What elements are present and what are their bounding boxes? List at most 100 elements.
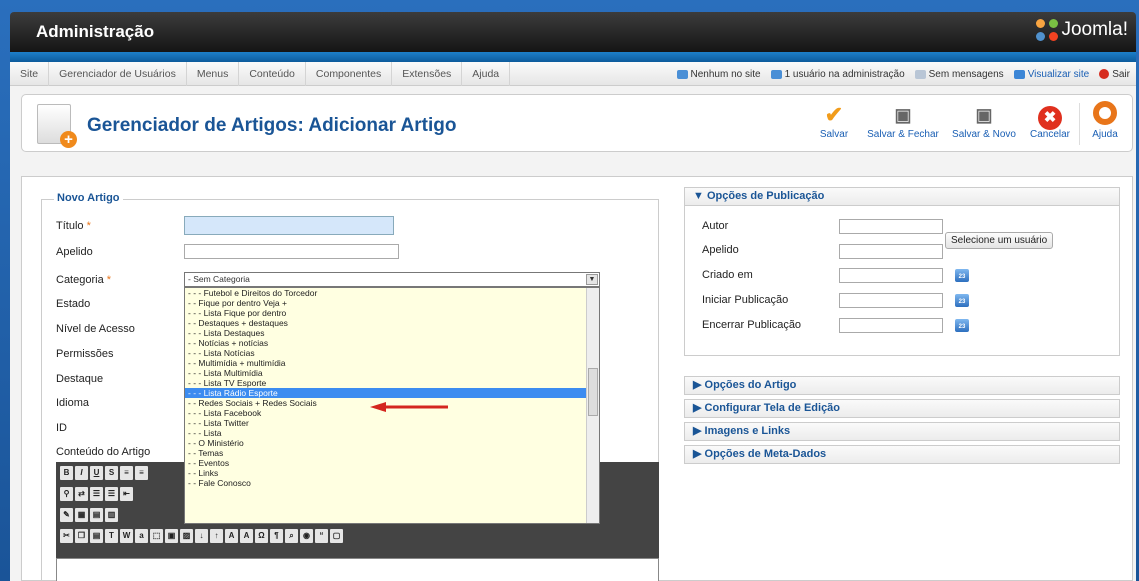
- bold-icon[interactable]: B: [60, 466, 73, 480]
- joomla-logo-text: Joomla!: [1061, 19, 1128, 40]
- category-option[interactable]: - - Links: [185, 468, 587, 478]
- italic-icon[interactable]: I: [75, 466, 88, 480]
- replace-icon[interactable]: ⇄: [75, 487, 88, 501]
- created-input[interactable]: [839, 268, 943, 283]
- scrollbar-thumb[interactable]: [588, 368, 598, 416]
- category-option[interactable]: - - Fique por dentro Veja +: [185, 298, 587, 308]
- table-row-icon[interactable]: ▤: [90, 508, 103, 522]
- paragraph-icon[interactable]: ¶: [270, 529, 283, 543]
- edit-icon[interactable]: ✎: [60, 508, 73, 522]
- access-label: Nível de Acesso: [56, 323, 135, 335]
- save-new-button[interactable]: ▣ Salvar & Novo: [951, 101, 1017, 140]
- table-icon[interactable]: ▦: [75, 508, 88, 522]
- category-option[interactable]: - - - Lista: [185, 428, 587, 438]
- calendar-icon[interactable]: 23: [955, 319, 969, 332]
- logout-link[interactable]: Sair: [1099, 69, 1130, 80]
- category-option[interactable]: - - - Lista Multimídia: [185, 368, 587, 378]
- view-site-link[interactable]: Visualizar site: [1013, 69, 1090, 80]
- table-col-icon[interactable]: ▥: [105, 508, 118, 522]
- align-left-icon[interactable]: ≡: [120, 466, 133, 480]
- cancel-label: Cancelar: [1029, 129, 1071, 140]
- category-option[interactable]: - - O Ministério: [185, 438, 587, 448]
- category-option[interactable]: - - - Futebol e Direitos do Torcedor: [185, 288, 587, 298]
- special-char-icon[interactable]: Ω: [255, 529, 268, 543]
- cut-icon[interactable]: ✂: [60, 529, 73, 543]
- menu-extensions[interactable]: Extensões: [392, 61, 463, 86]
- media-icon[interactable]: ◉: [300, 529, 313, 543]
- category-option[interactable]: - - - Lista Rádio Esporte: [185, 388, 587, 398]
- menu-content[interactable]: Conteúdo: [239, 61, 306, 86]
- alias-input[interactable]: [184, 244, 399, 259]
- category-option[interactable]: - - Eventos: [185, 458, 587, 468]
- subscript-icon[interactable]: ↓: [195, 529, 208, 543]
- menu-menus[interactable]: Menus: [187, 61, 240, 86]
- article-options-toggle[interactable]: ▶ Opções do Artigo: [684, 376, 1120, 395]
- joomla-logo[interactable]: Joomla!: [1036, 19, 1128, 41]
- align-center-icon[interactable]: ≡: [135, 466, 148, 480]
- view-site-text[interactable]: Visualizar site: [1028, 69, 1090, 80]
- editor-content-area[interactable]: [56, 558, 659, 581]
- save-close-button[interactable]: ▣ Salvar & Fechar: [865, 101, 941, 140]
- chevron-down-icon[interactable]: ▼: [586, 274, 598, 285]
- category-option[interactable]: - - - Lista Notícias: [185, 348, 587, 358]
- save-button[interactable]: ✔ Salvar: [817, 101, 851, 140]
- category-option[interactable]: - - Destaques + destaques: [185, 318, 587, 328]
- publish-up-input[interactable]: [839, 293, 943, 308]
- paste-text-icon[interactable]: T: [105, 529, 118, 543]
- preview-icon[interactable]: ⌕: [285, 529, 298, 543]
- category-select[interactable]: - Sem Categoria ▼: [184, 272, 600, 287]
- category-option[interactable]: - - - Lista TV Esporte: [185, 378, 587, 388]
- paste-icon[interactable]: ▤: [90, 529, 103, 543]
- paste-word-icon[interactable]: W: [120, 529, 133, 543]
- state-label: Estado: [56, 298, 91, 310]
- edit-screen-toggle[interactable]: ▶ Configurar Tela de Edição: [684, 399, 1120, 418]
- status-messages[interactable]: Sem mensagens: [914, 69, 1004, 80]
- editor-toolbar-row-3: ✎ ▦ ▤ ▥: [60, 508, 118, 524]
- logout-icon: [1099, 69, 1110, 79]
- publish-down-input[interactable]: [839, 318, 943, 333]
- calendar-icon[interactable]: 23: [955, 269, 969, 282]
- author-input[interactable]: [839, 219, 943, 234]
- numbered-list-icon[interactable]: ☰: [105, 487, 118, 501]
- underline-icon[interactable]: U: [90, 466, 103, 480]
- help-button[interactable]: Ajuda: [1088, 101, 1122, 140]
- cancel-button[interactable]: ✖ Cancelar: [1028, 101, 1072, 140]
- logout-text[interactable]: Sair: [1112, 69, 1130, 80]
- insert-image-icon[interactable]: ▨: [180, 529, 193, 543]
- category-option[interactable]: - - - Lista Twitter: [185, 418, 587, 428]
- dropdown-scrollbar[interactable]: [586, 288, 599, 523]
- menu-components[interactable]: Componentes: [306, 61, 393, 86]
- joomla-logo-icon: [1036, 19, 1059, 41]
- quote-icon[interactable]: “: [315, 529, 328, 543]
- menu-users[interactable]: Gerenciador de Usuários: [49, 61, 187, 86]
- outdent-icon[interactable]: ⇤: [120, 487, 133, 501]
- pub-alias-input[interactable]: [839, 244, 943, 259]
- copy-icon[interactable]: ❐: [75, 529, 88, 543]
- category-option[interactable]: - - - Lista Fique por dentro: [185, 308, 587, 318]
- select-user-button[interactable]: Selecione um usuário: [945, 232, 1054, 249]
- metadata-toggle[interactable]: ▶ Opções de Meta-Dados: [684, 445, 1120, 464]
- find-icon[interactable]: ⚲: [60, 487, 73, 501]
- select-all-icon[interactable]: a: [135, 529, 148, 543]
- title-input[interactable]: [184, 216, 394, 235]
- images-links-toggle[interactable]: ▶ Imagens e Links: [684, 422, 1120, 441]
- menu-site[interactable]: Site: [10, 61, 50, 86]
- status-bar: Nenhum no site 1 usuário na administraçã…: [676, 62, 1136, 86]
- strikethrough-icon[interactable]: S: [105, 466, 118, 480]
- category-option[interactable]: - - Temas: [185, 448, 587, 458]
- publishing-options-toggle[interactable]: ▼ Opções de Publicação: [684, 187, 1120, 206]
- fullscreen-icon[interactable]: ▢: [330, 529, 343, 543]
- superscript-icon[interactable]: ↑: [210, 529, 223, 543]
- category-option[interactable]: - - Fale Conosco: [185, 478, 587, 488]
- permissions-label: Permissões: [56, 348, 114, 360]
- insert-layer-icon[interactable]: ▣: [165, 529, 178, 543]
- bullet-list-icon[interactable]: ☰: [90, 487, 103, 501]
- text-color-icon[interactable]: A: [225, 529, 238, 543]
- category-option[interactable]: - - Multimídia + multimídia: [185, 358, 587, 368]
- menu-help[interactable]: Ajuda: [462, 61, 511, 86]
- visual-aid-icon[interactable]: ⬚: [150, 529, 163, 543]
- category-option[interactable]: - - Notícias + notícias: [185, 338, 587, 348]
- category-option[interactable]: - - - Lista Destaques: [185, 328, 587, 338]
- calendar-icon[interactable]: 23: [955, 294, 969, 307]
- bg-color-icon[interactable]: A: [240, 529, 253, 543]
